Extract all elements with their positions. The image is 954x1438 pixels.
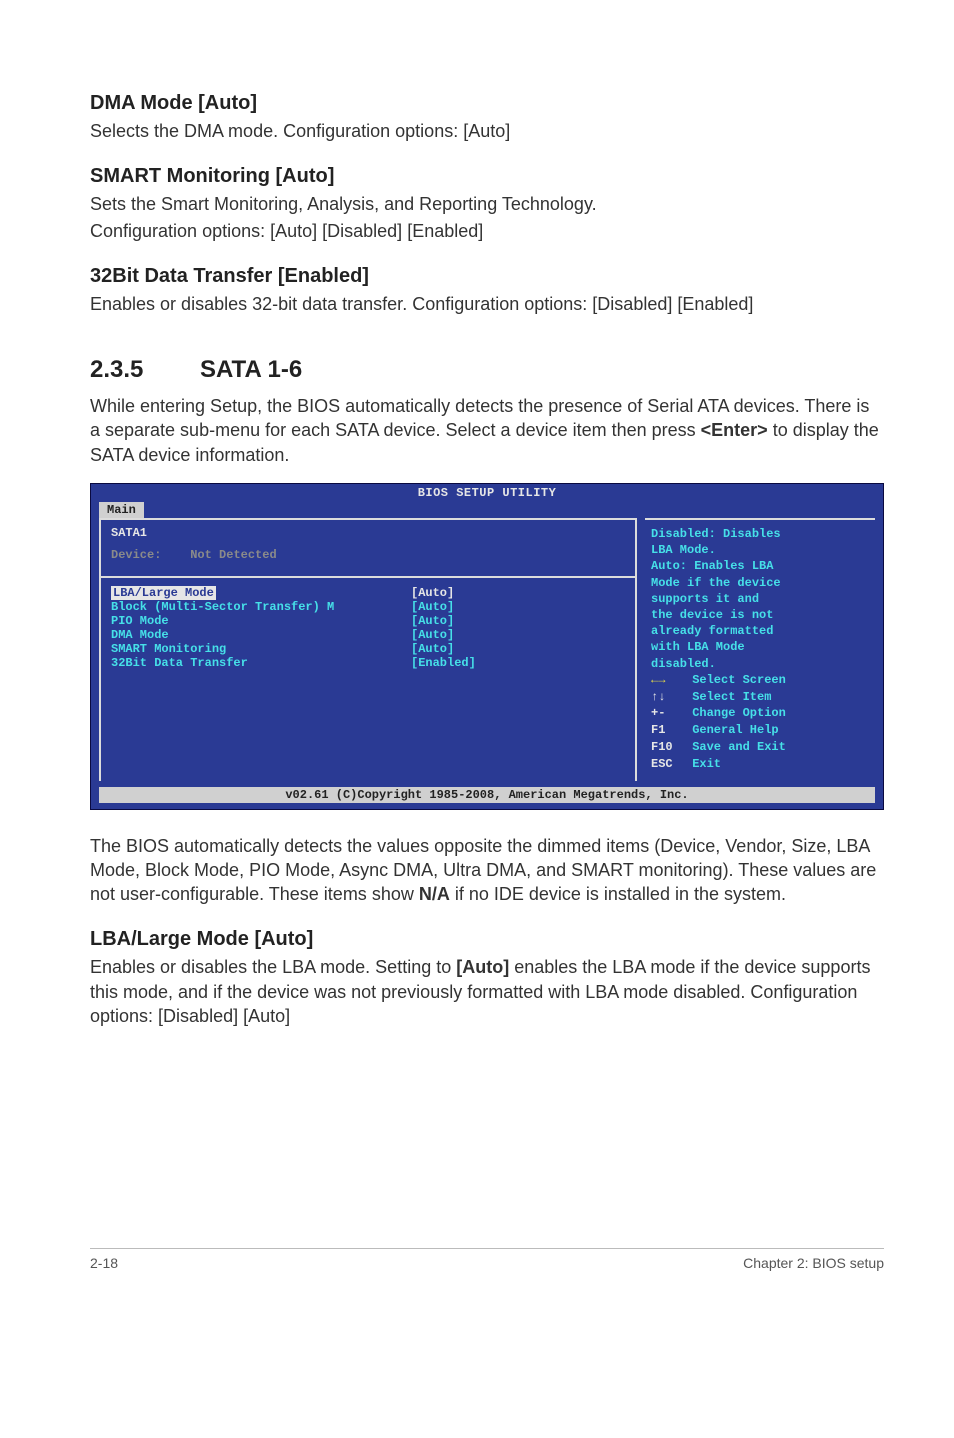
- bios-item-label: 32Bit Data Transfer: [111, 656, 411, 670]
- bios-help-line: LBA Mode.: [651, 542, 871, 558]
- section-number: 2.3.5: [90, 356, 200, 384]
- bios-nav-text: Select Item: [685, 690, 771, 704]
- bios-help-line: with LBA Mode: [651, 639, 871, 655]
- body-32bit: Enables or disables 32-bit data transfer…: [90, 292, 884, 316]
- bios-title: BIOS SETUP UTILITY: [91, 484, 883, 502]
- document-page: DMA Mode [Auto] Selects the DMA mode. Co…: [0, 0, 954, 1301]
- bios-device-line: Device: Not Detected: [111, 548, 625, 562]
- bios-nav-key: ←→: [651, 672, 685, 689]
- section-intro-sata: While entering Setup, the BIOS automatic…: [90, 394, 884, 467]
- bios-item-row[interactable]: PIO Mode[Auto]: [111, 614, 625, 628]
- bios-help-line: Auto: Enables LBA: [651, 558, 871, 574]
- bios-copyright-footer: v02.61 (C)Copyright 1985-2008, American …: [99, 787, 875, 803]
- bios-item-row[interactable]: DMA Mode[Auto]: [111, 628, 625, 642]
- heading-lba-large: LBA/Large Mode [Auto]: [90, 928, 884, 951]
- bios-nav-line: ESC Exit: [651, 756, 871, 773]
- bios-nav-key: +-: [651, 705, 685, 722]
- bios-item-label: LBA/Large Mode: [111, 586, 411, 600]
- bios-item-label: PIO Mode: [111, 614, 411, 628]
- bios-item-row[interactable]: SMART Monitoring[Auto]: [111, 642, 625, 656]
- heading-smart-monitoring: SMART Monitoring [Auto]: [90, 165, 884, 188]
- bios-panel-header: SATA1 Device: Not Detected: [101, 520, 635, 578]
- bios-sata-label: SATA1: [111, 526, 625, 540]
- bios-nav-text: Save and Exit: [685, 740, 786, 754]
- bios-help-line: Mode if the device: [651, 575, 871, 591]
- bios-help-line: the device is not: [651, 607, 871, 623]
- bios-nav-hints: ←→ Select Screen↑↓ Select Item+- Change …: [651, 672, 871, 773]
- body-smart-monitoring: Sets the Smart Monitoring, Analysis, and…: [90, 192, 884, 216]
- bios-device-value: Not Detected: [190, 548, 276, 562]
- bios-screenshot: BIOS SETUP UTILITY Main SATA1 Device: No…: [90, 483, 884, 809]
- section-heading-sata: 2.3.5SATA 1-6: [90, 356, 884, 384]
- after-bios-paragraph: The BIOS automatically detects the value…: [90, 834, 884, 907]
- bios-nav-text: Exit: [685, 757, 721, 771]
- bios-nav-key: F1: [651, 722, 685, 739]
- bios-nav-line: +- Change Option: [651, 705, 871, 722]
- bios-nav-key: F10: [651, 739, 685, 756]
- bios-left-panel: SATA1 Device: Not Detected LBA/Large Mod…: [99, 518, 637, 780]
- auto-label: [Auto]: [456, 957, 509, 977]
- bios-item-label: SMART Monitoring: [111, 642, 411, 656]
- bios-tab-bar: Main: [91, 502, 883, 518]
- bios-nav-key: ESC: [651, 756, 685, 773]
- body-smart-monitoring-options: Configuration options: [Auto] [Disabled]…: [90, 219, 884, 243]
- bios-nav-text: Change Option: [685, 706, 786, 720]
- bios-help-line: already formatted: [651, 623, 871, 639]
- enter-key-label: <Enter>: [701, 420, 768, 440]
- bios-window: BIOS SETUP UTILITY Main SATA1 Device: No…: [90, 483, 884, 809]
- chapter-label: Chapter 2: BIOS setup: [743, 1255, 884, 1271]
- bios-item-row[interactable]: LBA/Large Mode[Auto]: [111, 586, 625, 600]
- page-footer: 2-18 Chapter 2: BIOS setup: [90, 1248, 884, 1271]
- bios-device-label: Device:: [111, 548, 161, 562]
- after-text-2: if no IDE device is installed in the sys…: [450, 884, 786, 904]
- bios-nav-text: Select Screen: [685, 673, 786, 687]
- bios-help-line: Disabled: Disables: [651, 526, 871, 542]
- heading-32bit: 32Bit Data Transfer [Enabled]: [90, 265, 884, 288]
- bios-item-value: [Auto]: [411, 642, 625, 656]
- bios-nav-key: ↑↓: [651, 689, 685, 706]
- bios-tab-main[interactable]: Main: [99, 502, 144, 518]
- na-label: N/A: [419, 884, 450, 904]
- bios-help-line: disabled.: [651, 656, 871, 672]
- bios-nav-text: General Help: [685, 723, 779, 737]
- heading-dma-mode: DMA Mode [Auto]: [90, 92, 884, 115]
- bios-nav-line: ↑↓ Select Item: [651, 689, 871, 706]
- bios-right-panel: Disabled: DisablesLBA Mode.Auto: Enables…: [645, 518, 875, 780]
- page-number: 2-18: [90, 1255, 118, 1271]
- bios-nav-line: F10 Save and Exit: [651, 739, 871, 756]
- lba-text-1: Enables or disables the LBA mode. Settin…: [90, 957, 456, 977]
- bios-item-label: Block (Multi-Sector Transfer) M: [111, 600, 411, 614]
- body-dma-mode: Selects the DMA mode. Configuration opti…: [90, 119, 884, 143]
- bios-item-value: [Auto]: [411, 628, 625, 642]
- bios-item-value: [Auto]: [411, 600, 625, 614]
- bios-body: SATA1 Device: Not Detected LBA/Large Mod…: [91, 518, 883, 786]
- bios-item-value: [Auto]: [411, 586, 625, 600]
- section-title: SATA 1-6: [200, 356, 302, 383]
- bios-item-row[interactable]: 32Bit Data Transfer[Enabled]: [111, 656, 625, 670]
- bios-item-value: [Enabled]: [411, 656, 625, 670]
- bios-item-value: [Auto]: [411, 614, 625, 628]
- bios-help-line: supports it and: [651, 591, 871, 607]
- body-lba-large: Enables or disables the LBA mode. Settin…: [90, 955, 884, 1028]
- bios-help-text: Disabled: DisablesLBA Mode.Auto: Enables…: [651, 526, 871, 672]
- bios-item-row[interactable]: Block (Multi-Sector Transfer) M[Auto]: [111, 600, 625, 614]
- bios-nav-line: ←→ Select Screen: [651, 672, 871, 689]
- bios-item-list: LBA/Large Mode[Auto]Block (Multi-Sector …: [101, 578, 635, 750]
- bios-nav-line: F1 General Help: [651, 722, 871, 739]
- bios-item-label: DMA Mode: [111, 628, 411, 642]
